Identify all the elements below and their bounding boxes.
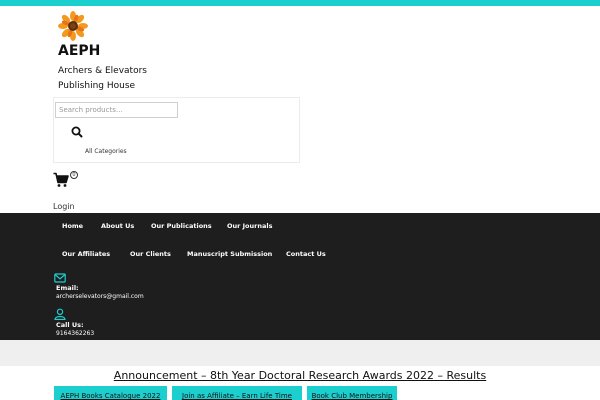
top-accent-bar [0,0,600,6]
join-affiliate-button[interactable]: Join as Affiliate – Earn Life Time [172,386,302,400]
nav-item-our-publications[interactable]: Our Publications [151,222,212,230]
main-navigation: Home About Us Our Publications Our Journ… [0,213,600,340]
nav-item-manuscript-submission[interactable]: Manuscript Submission [187,250,272,258]
separator-band [0,340,600,366]
site-tagline-line2: Publishing House [58,81,136,91]
nav-item-our-journals[interactable]: Our Journals [227,222,272,230]
email-value[interactable]: archerselevators@gmail.com [56,293,144,300]
nav-item-our-affiliates[interactable]: Our Affiliates [62,250,110,258]
sunflower-logo[interactable] [58,11,88,41]
nav-item-contact-us[interactable]: Contact Us [286,250,326,258]
nav-item-about-us[interactable]: About Us [101,222,134,230]
cart-count-badge: 0 [70,171,78,179]
book-club-button[interactable]: Book Club Membership [307,386,397,400]
site-tagline-line1: Archers & Elevators [58,66,147,76]
nav-item-home[interactable]: Home [62,222,83,230]
email-label: Email: [56,284,79,292]
search-input[interactable] [55,102,178,118]
login-link[interactable]: Login [53,202,75,211]
site-title[interactable]: AEPH [58,43,100,59]
nav-item-our-clients[interactable]: Our Clients [130,250,171,258]
cart-icon[interactable] [53,172,69,188]
books-catalogue-button[interactable]: AEPH Books Catalogue 2022 [54,386,167,400]
call-label: Call Us: [56,321,84,329]
call-value[interactable]: 9164362263 [56,330,94,337]
announcement-link[interactable]: Announcement – 8th Year Doctoral Researc… [0,369,600,382]
search-icon[interactable] [70,125,84,139]
envelope-icon [54,273,66,283]
category-select[interactable]: All Categories [85,148,127,155]
product-search-widget: All Categories [53,97,300,163]
user-icon [54,308,66,320]
